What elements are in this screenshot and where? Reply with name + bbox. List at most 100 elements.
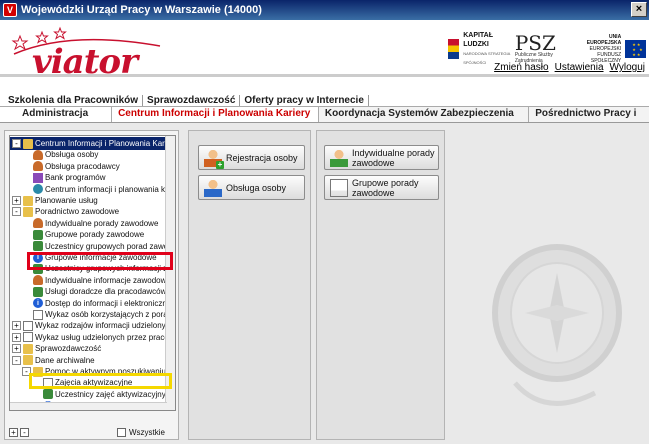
tree-item-label: Dostęp do informacji i elektronicznych bbox=[45, 298, 176, 308]
viator-logo: viator bbox=[10, 24, 180, 82]
app-icon: V bbox=[3, 3, 17, 17]
person-icon bbox=[33, 161, 43, 172]
tree-item-label: Planowanie usług bbox=[35, 196, 98, 205]
individual-counseling-label: Indywidualne porady zawodowe bbox=[352, 147, 435, 168]
tree-item[interactable]: - Dane archiwalne bbox=[10, 354, 95, 367]
tree-footer: + - Wszystkie bbox=[9, 425, 176, 439]
tree-item[interactable]: - Poradnictwo zawodowe bbox=[10, 205, 119, 218]
red-highlight-box bbox=[27, 252, 173, 270]
header-divider bbox=[0, 74, 649, 77]
group-icon bbox=[33, 229, 43, 240]
tree-item[interactable]: + Wykaz rodzajów informacji udzielonych o bbox=[10, 319, 176, 332]
tree-item[interactable]: Uczestnicy grupowych porad zawodo bbox=[10, 240, 176, 253]
tree-item[interactable]: i Dostęp do informacji i elektronicznych bbox=[10, 297, 176, 310]
eu-flag-icon bbox=[625, 40, 646, 58]
group-icon bbox=[33, 241, 43, 252]
tab-posrednictwo[interactable]: Pośrednictwo Pracy i EURES bbox=[528, 106, 649, 133]
individual-counseling-button[interactable]: Indywidualne porady zawodowe bbox=[324, 145, 439, 170]
tree-item[interactable]: - Centrum Informacji i Planowania Kariery… bbox=[10, 137, 175, 150]
tree-item-label: Wykaz osób korzystających z poradn bbox=[45, 310, 176, 319]
tree-item-label: Indywidualne informacje zawodowe bbox=[45, 275, 171, 285]
ue-label: UNIA EUROPEJSKA EUROPEJSKI FUNDUSZ SPOŁE… bbox=[577, 34, 621, 64]
tree-item[interactable]: Grupowe porady zawodowe bbox=[10, 228, 144, 241]
expand-icon[interactable]: + bbox=[12, 196, 21, 205]
tree-item-label: Grupowe porady zawodowe bbox=[45, 230, 145, 240]
tree-item[interactable]: Indywidualne informacje zawodowe bbox=[10, 274, 171, 287]
expand-icon[interactable]: + bbox=[12, 332, 21, 342]
network-icon bbox=[33, 184, 43, 195]
register-person-button[interactable]: + Rejestracja osoby bbox=[198, 145, 305, 170]
expand-icon[interactable]: + bbox=[12, 344, 21, 354]
tab-koordynacja[interactable]: Koordynacja Systemów Zabezpieczenia Społ… bbox=[317, 106, 530, 133]
person-icon bbox=[204, 178, 222, 197]
register-person-label: Rejestracja osoby bbox=[226, 152, 298, 163]
collapse-icon[interactable]: - bbox=[12, 139, 21, 148]
psz-logo: PSZ Publiczne Służby Zatrudnienia bbox=[515, 33, 569, 64]
folder-icon bbox=[23, 195, 33, 206]
document-icon bbox=[23, 320, 33, 331]
folder-icon bbox=[23, 355, 33, 366]
collapse-icon[interactable]: - bbox=[12, 207, 21, 217]
tree-horizontal-scrollbar[interactable] bbox=[10, 402, 167, 410]
tree-item-label: Uczestnicy grupowych porad zawodo bbox=[45, 241, 176, 251]
tree-item-label: Bank programów bbox=[45, 173, 106, 183]
expand-icon[interactable]: + bbox=[12, 321, 21, 331]
tree-item-label: Uczestnicy zajęć aktywizacyjnych bbox=[55, 389, 175, 399]
change-password-link[interactable]: Zmień hasło bbox=[494, 62, 548, 73]
person-icon bbox=[33, 275, 43, 286]
folder-icon bbox=[23, 138, 33, 149]
navigation-tree[interactable]: Wykaz osób korzystających z poriDostęp d… bbox=[9, 135, 176, 411]
tree-item-label: Sprawozdawczość bbox=[35, 344, 102, 354]
counseling-actions-panel: Indywidualne porady zawodowe Grupowe por… bbox=[316, 130, 445, 440]
tree-item-label: Indywidualne porady zawodowe bbox=[45, 218, 159, 228]
tree-item[interactable]: + Planowanie usług bbox=[10, 194, 98, 207]
kapital-ludzki-icon bbox=[448, 39, 460, 59]
tree-item[interactable]: Obsługa osoby bbox=[10, 148, 98, 161]
document-icon bbox=[33, 309, 43, 320]
tree-item[interactable]: Indywidualne porady zawodowe bbox=[10, 217, 158, 230]
presentation-board-icon bbox=[330, 178, 348, 197]
tabs-row-2: Administracja Lokalna Centrum Informacji… bbox=[0, 106, 649, 133]
collapse-all-button[interactable]: - bbox=[20, 427, 29, 437]
tree-item[interactable]: Obsługa pracodawcy bbox=[10, 160, 120, 173]
tree-item-label: Dane archiwalne bbox=[35, 355, 95, 365]
tree-item[interactable]: Uczestnicy zajęć aktywizacyjnych bbox=[10, 388, 174, 401]
group-icon bbox=[43, 389, 53, 400]
close-button[interactable]: × bbox=[631, 2, 647, 17]
tree-item-label: Centrum informacji i planowania kariery … bbox=[45, 184, 175, 194]
book-icon bbox=[33, 172, 43, 183]
ue-text-1: UNIA EUROPEJSKA bbox=[586, 34, 622, 46]
tree-item[interactable]: + Sprawozdawczość bbox=[10, 342, 101, 355]
person-actions-panel: + Rejestracja osoby Obsługa osoby bbox=[188, 130, 311, 440]
logout-link[interactable]: Wyloguj bbox=[610, 62, 645, 73]
expand-all-button[interactable]: + bbox=[9, 427, 18, 437]
tab-administracja[interactable]: Administracja Lokalna bbox=[0, 106, 113, 133]
group-counseling-label: Grupowe porady zawodowe bbox=[352, 177, 419, 198]
tree-item[interactable]: Usługi doradcze dla pracodawców bbox=[10, 285, 166, 298]
kl-title: KAPITAŁ LUDZKI bbox=[463, 32, 494, 48]
tree-item-label: Poradnictwo zawodowe bbox=[35, 207, 120, 217]
tab-centrum-informacji[interactable]: Centrum Informacji i Planowania Kariery … bbox=[111, 106, 319, 133]
settings-link[interactable]: Ustawienia bbox=[555, 62, 604, 73]
collapse-icon[interactable]: - bbox=[12, 355, 21, 365]
info-icon: i bbox=[33, 298, 43, 309]
compass-watermark-icon bbox=[492, 244, 622, 406]
tree-item-label: Usługi doradcze dla pracodawców bbox=[45, 287, 167, 297]
person-icon bbox=[33, 149, 43, 160]
person-service-button[interactable]: Obsługa osoby bbox=[198, 175, 305, 200]
tree-item-label: Wykaz usług udzielonych przez pracowni bbox=[35, 332, 176, 342]
navigation-tree-panel: Wykaz osób korzystających z poriDostęp d… bbox=[4, 130, 179, 440]
tree-item[interactable]: + Wykaz usług udzielonych przez pracowni bbox=[10, 331, 176, 344]
tree-item[interactable]: Bank programów bbox=[10, 171, 105, 184]
yellow-highlight-box bbox=[29, 373, 172, 389]
tree-item[interactable]: Wykaz osób korzystających z poradn bbox=[10, 308, 176, 321]
tree-item-label: Wykaz rodzajów informacji udzielonych o bbox=[35, 321, 176, 331]
show-all-label: Wszystkie bbox=[129, 427, 165, 437]
person-add-icon: + bbox=[204, 148, 224, 169]
group-counseling-button[interactable]: Grupowe porady zawodowe bbox=[324, 175, 439, 200]
tree-vertical-scrollbar[interactable] bbox=[165, 136, 175, 410]
show-all-checkbox[interactable] bbox=[117, 427, 126, 437]
group-icon bbox=[33, 286, 43, 297]
tree-item[interactable]: Centrum informacji i planowania kariery … bbox=[10, 183, 175, 196]
main-area: Wykaz osób korzystających z poriDostęp d… bbox=[0, 123, 649, 444]
